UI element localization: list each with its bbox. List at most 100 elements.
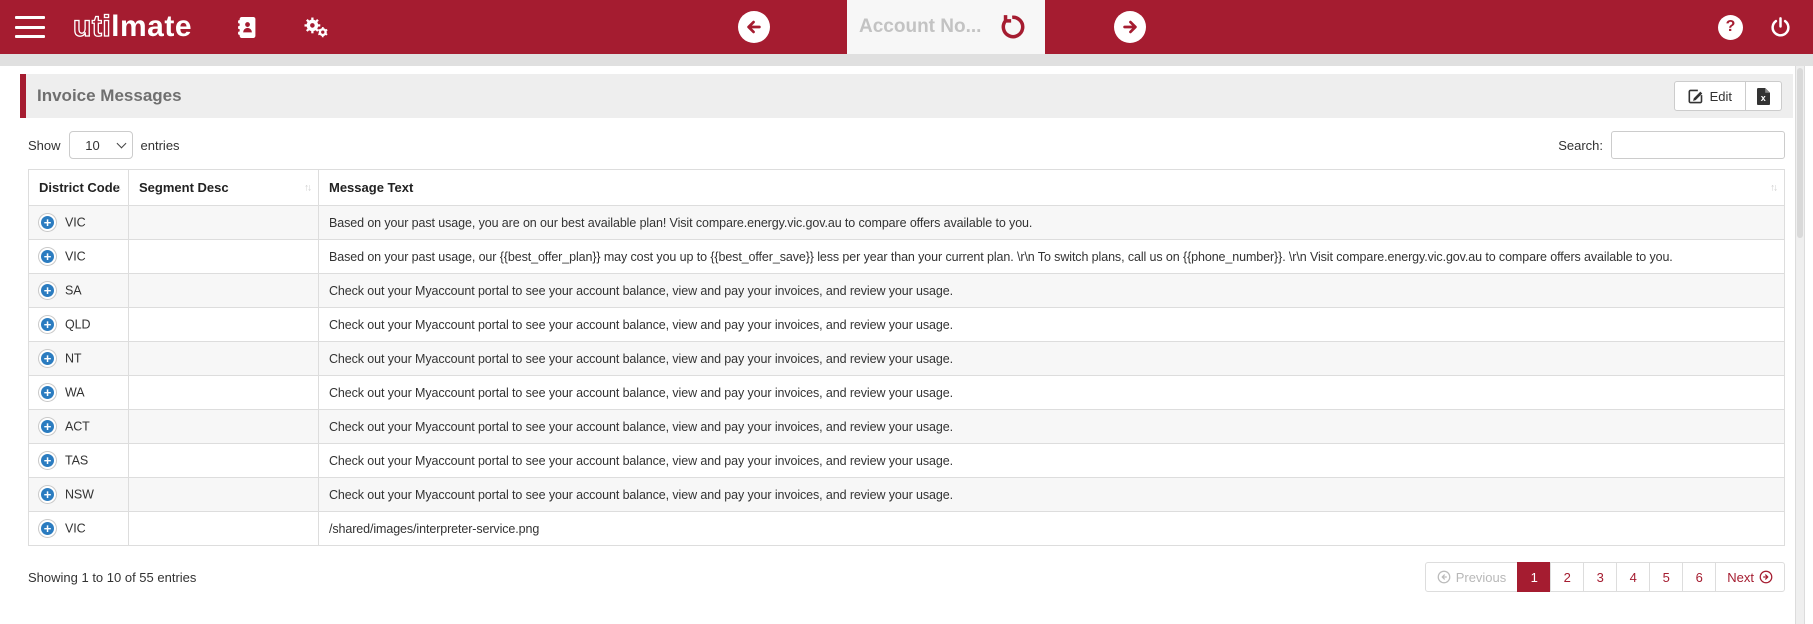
- undo-icon[interactable]: [999, 13, 1027, 41]
- expand-row-icon[interactable]: +: [39, 384, 56, 401]
- account-number-input[interactable]: [859, 16, 995, 38]
- page-button-6[interactable]: 6: [1682, 562, 1717, 592]
- account-navigator: [738, 0, 1146, 54]
- table-row: + VIC Based on your past usage, you are on…: [28, 205, 1785, 240]
- column-header-district-code[interactable]: District Code ↑↓: [28, 169, 129, 206]
- app-logo[interactable]: utilmate: [72, 9, 193, 44]
- scrollbar-thumb[interactable]: [1797, 68, 1803, 238]
- district-cell: + VIC: [28, 239, 129, 274]
- district-cell: + NSW: [28, 477, 129, 512]
- district-cell: + ACT: [28, 409, 129, 444]
- segment-cell: [128, 273, 319, 308]
- segment-cell: [128, 307, 319, 342]
- message-cell: /shared/images/interpreter-service.png: [318, 511, 1785, 546]
- table-footer: Showing 1 to 10 of 55 entries Previous 1…: [28, 562, 1785, 592]
- previous-account-button[interactable]: [738, 11, 770, 43]
- table-row: + NSW Check out your Myaccount portal to s…: [28, 477, 1785, 512]
- table-row: + VIC Based on your past usage, our {{best…: [28, 239, 1785, 274]
- next-account-button[interactable]: [1114, 11, 1146, 43]
- district-cell: + TAS: [28, 443, 129, 478]
- table-row: + SA Check out your Myaccount portal to se…: [28, 273, 1785, 308]
- previous-page-button[interactable]: Previous: [1424, 562, 1519, 592]
- expand-row-icon[interactable]: +: [39, 418, 56, 435]
- sort-icon[interactable]: ↑↓: [114, 182, 122, 193]
- column-label: Message Text: [329, 180, 414, 195]
- district-cell: + QLD: [28, 307, 129, 342]
- table-row: + TAS Check out your Myaccount portal to s…: [28, 443, 1785, 478]
- column-header-message-text[interactable]: Message Text ↑↓: [318, 169, 1785, 206]
- address-book-icon[interactable]: [238, 16, 256, 38]
- district-code: NSW: [65, 487, 94, 502]
- edit-pencil-icon: [1688, 89, 1702, 103]
- page-button-3[interactable]: 3: [1583, 562, 1618, 592]
- district-code: VIC: [65, 249, 86, 264]
- column-label: District Code: [39, 180, 120, 195]
- next-page-button[interactable]: Next: [1715, 562, 1785, 592]
- pagination: Previous 123456 Next: [1424, 562, 1785, 592]
- excel-file-icon: x: [1757, 87, 1770, 105]
- titlebar-actions: Edit x: [1673, 81, 1782, 111]
- district-code: TAS: [65, 453, 89, 468]
- district-cell: + VIC: [28, 205, 129, 240]
- district-code: NT: [65, 351, 82, 366]
- segment-cell: [128, 239, 319, 274]
- message-cell: Check out your Myaccount portal to see y…: [318, 307, 1785, 342]
- expand-row-icon[interactable]: +: [39, 452, 56, 469]
- page-size-select[interactable]: 10: [68, 131, 133, 159]
- edit-button[interactable]: Edit: [1673, 81, 1746, 111]
- panel-titlebar: Invoice Messages Edit x: [20, 74, 1793, 118]
- table-row: + NT Check out your Myaccount portal to se…: [28, 341, 1785, 376]
- message-cell: Check out your Myaccount portal to see y…: [318, 273, 1785, 308]
- power-logout-icon[interactable]: [1769, 16, 1792, 39]
- entries-label: entries: [140, 137, 180, 153]
- content-scrollbar[interactable]: [1795, 66, 1805, 624]
- help-icon[interactable]: ?: [1718, 14, 1743, 40]
- district-cell: + WA: [28, 375, 129, 410]
- navbar-shadow-band: [0, 54, 1813, 66]
- segment-cell: [128, 341, 319, 376]
- navbar-right-actions: ?: [1718, 0, 1792, 54]
- page-size-control: Show 10 entries: [28, 131, 180, 159]
- page-button-5[interactable]: 5: [1649, 562, 1684, 592]
- expand-row-icon[interactable]: +: [39, 350, 56, 367]
- search-input[interactable]: [1611, 131, 1785, 159]
- message-cell: Check out your Myaccount portal to see y…: [318, 409, 1785, 444]
- sort-icon[interactable]: ↑↓: [304, 182, 312, 193]
- expand-row-icon[interactable]: +: [39, 214, 56, 231]
- page-title: Invoice Messages: [37, 86, 182, 105]
- menu-icon[interactable]: [15, 16, 45, 38]
- expand-row-icon[interactable]: +: [39, 282, 56, 299]
- table-controls: Show 10 entries Search:: [28, 131, 1785, 159]
- district-code: ACT: [65, 419, 90, 434]
- expand-row-icon[interactable]: +: [39, 520, 56, 537]
- circle-arrow-right-icon: [1759, 570, 1773, 584]
- segment-cell: [128, 511, 319, 546]
- page-button-2[interactable]: 2: [1550, 562, 1585, 592]
- expand-row-icon[interactable]: +: [39, 248, 56, 265]
- page-button-1[interactable]: 1: [1517, 562, 1552, 592]
- segment-cell: [128, 375, 319, 410]
- column-header-segment-desc[interactable]: Segment Desc ↑↓: [128, 169, 319, 206]
- table-row: + WA Check out your Myaccount portal to se…: [28, 375, 1785, 410]
- message-cell: Based on your past usage, you are on our…: [318, 205, 1785, 240]
- arrow-right-icon: [1123, 20, 1137, 34]
- district-cell: + NT: [28, 341, 129, 376]
- segment-cell: [128, 443, 319, 478]
- expand-row-icon[interactable]: +: [39, 316, 56, 333]
- export-excel-button[interactable]: x: [1746, 81, 1782, 111]
- table-row: + QLD Check out your Myaccount portal to s…: [28, 307, 1785, 342]
- settings-gears-icon[interactable]: [302, 16, 329, 39]
- district-cell: + SA: [28, 273, 129, 308]
- column-label: Segment Desc: [139, 180, 229, 195]
- table-header-row: District Code ↑↓ Segment Desc ↑↓ Message Tex…: [28, 169, 1785, 206]
- expand-row-icon[interactable]: +: [39, 486, 56, 503]
- segment-cell: [128, 477, 319, 512]
- circle-arrow-left-icon: [1437, 570, 1451, 584]
- page-button-4[interactable]: 4: [1616, 562, 1651, 592]
- district-cell: + VIC: [28, 511, 129, 546]
- sort-icon[interactable]: ↑↓: [1770, 182, 1778, 193]
- table-row: + ACT Check out your Myaccount portal to s…: [28, 409, 1785, 444]
- message-cell: Check out your Myaccount portal to see y…: [318, 341, 1785, 376]
- edit-button-label: Edit: [1709, 88, 1732, 104]
- logo-solid-text: lmate: [111, 10, 193, 43]
